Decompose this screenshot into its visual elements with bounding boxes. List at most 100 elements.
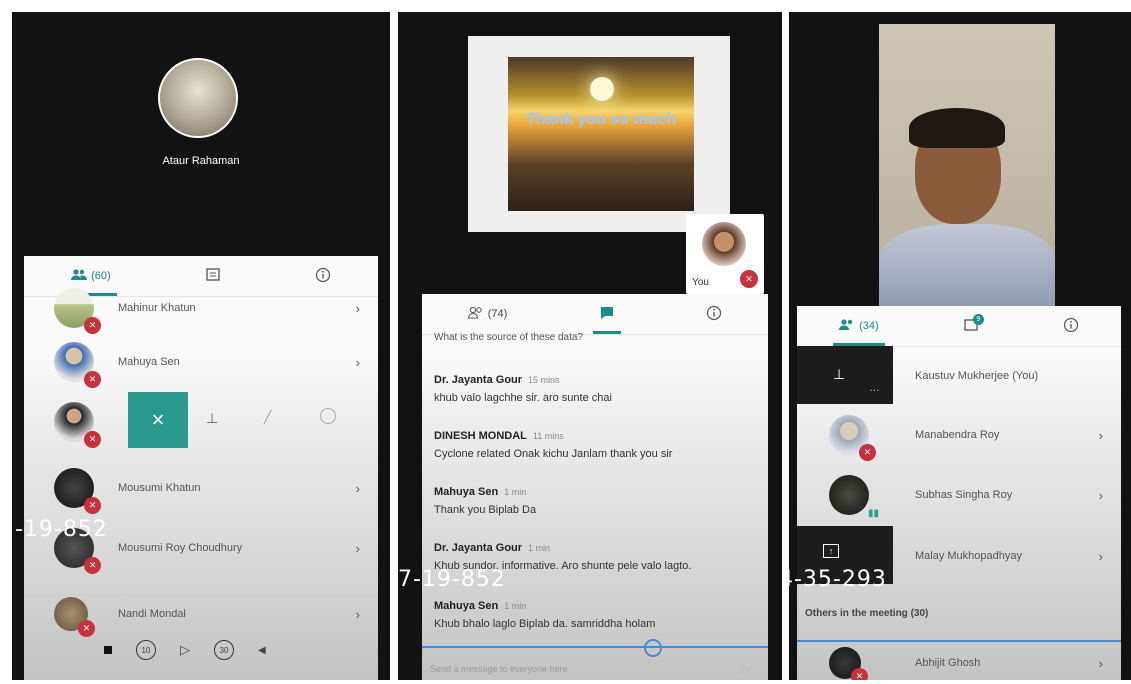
avatar: ✕ <box>829 647 868 680</box>
others-heading: Others in the meeting (30) <box>805 608 929 619</box>
message-input[interactable]: Send a message to everyone here <box>430 664 568 674</box>
participant-row-swiped[interactable]: ✕ × ⊥ ╱ <box>24 392 378 452</box>
seek-bar[interactable] <box>422 646 768 648</box>
participant-row[interactable]: ✕ Manabendra Roy › <box>797 412 1121 461</box>
tab-people[interactable]: (74) <box>467 294 508 334</box>
present-screen-icon: ↑ <box>823 544 839 558</box>
message-text: khub valo lagchhe sir. aro sunte chai <box>434 392 612 404</box>
self-avatar <box>702 222 746 266</box>
tab-chat[interactable]: 9 <box>963 306 984 346</box>
message-text: Khub bhalo laglo Biplab da. samriddha ho… <box>434 618 656 630</box>
participant-row[interactable]: ✕ Mahuya Sen › <box>24 340 378 388</box>
chat-message: Mahuya Sen 1 min Thank you Biplab Da <box>434 482 758 516</box>
slide-image: Thank you so much <box>508 57 694 211</box>
people-count: (74) <box>487 308 508 320</box>
seek-handle[interactable] <box>644 639 662 657</box>
chevron-right-icon: › <box>355 354 360 370</box>
avatar: ✕ <box>829 415 876 461</box>
message-sender: Dr. Jayanta Gour <box>434 374 523 386</box>
participant-name: Kaustuv Mukherjee (You) <box>915 370 1039 382</box>
chat-message: Mahuya Sen 1 min Khub bhalo laglo Biplab … <box>434 596 758 630</box>
sheet-tabs: (74) <box>422 294 768 335</box>
host-name: Ataur Rahaman <box>162 155 240 167</box>
participants-sheet: (60) ✕ Mahinur Khatun › ✕ Mahuya Sen › ✕… <box>24 256 378 680</box>
participant-row[interactable]: ▮▮ Subhas Singha Roy › <box>797 472 1121 519</box>
pin-icon[interactable]: ⊥ <box>833 366 845 383</box>
chat-unread-badge: 9 <box>972 314 984 325</box>
slide-caption: Thank you so much <box>525 111 677 128</box>
people-icon <box>839 318 855 334</box>
chat-icon <box>599 305 615 324</box>
skip-forward-icon[interactable]: 30 <box>214 640 234 660</box>
message-text: Thank you Biplab Da <box>434 504 537 516</box>
meet-screen-participants: Ataur Rahaman (60) ✕ Mahinur Khatun › ✕ … <box>12 12 390 680</box>
watermark-stamp: 7-19-852 <box>398 567 506 592</box>
mute-icon[interactable]: ╱ <box>264 410 271 424</box>
participant-name: Mahuya Sen <box>118 356 180 368</box>
watermark-stamp: 7-19-852 <box>12 517 108 542</box>
avatar: ✕ <box>54 597 95 637</box>
seek-bar[interactable] <box>797 640 1121 642</box>
pin-icon[interactable]: ⊥ <box>206 410 218 427</box>
participant-name: Mousumi Khatun <box>118 482 201 494</box>
participant-name: Malay Mukhopadhyay <box>915 550 1023 562</box>
avatar: ✕ <box>54 342 101 388</box>
mic-off-icon: ✕ <box>84 317 101 334</box>
participant-row[interactable]: ✕ Mahinur Khatun › <box>24 288 378 334</box>
message-sender: Dr. Jayanta Gour <box>434 542 523 554</box>
message-sender: Mahuya Sen <box>434 486 499 498</box>
chevron-right-icon: › <box>355 606 360 622</box>
message-sender: Mahuya Sen <box>434 600 499 612</box>
back-icon[interactable]: ◀ <box>258 645 266 656</box>
mic-off-icon: ✕ <box>84 497 101 514</box>
avatar: ✕ <box>54 402 101 448</box>
participant-row-self[interactable]: ⊥ … Kaustuv Mukherjee (You) <box>797 346 1121 406</box>
people-icon <box>71 268 88 284</box>
more-options-icon[interactable]: … <box>869 382 880 394</box>
watermark-stamp: 4-35-293 <box>789 567 887 592</box>
avatar: ✕ <box>54 468 101 514</box>
skip-back-icon[interactable]: 10 <box>136 640 156 660</box>
speaker-video <box>879 24 1055 306</box>
chevron-right-icon: › <box>355 300 360 316</box>
tab-info[interactable] <box>1063 306 1079 346</box>
mic-off-icon: ✕ <box>851 668 868 680</box>
message-time: 1 min <box>504 487 527 497</box>
info-icon <box>1063 317 1079 336</box>
play-icon[interactable]: ▷ <box>180 642 190 658</box>
chevron-right-icon: › <box>1098 487 1103 503</box>
participant-row[interactable]: ✕ Nandi Mondal › <box>24 596 378 637</box>
participant-name: Subhas Singha Roy <box>915 489 1013 501</box>
people-count: (60) <box>91 270 111 282</box>
mic-off-icon: ✕ <box>859 444 876 461</box>
sheet-tabs: (34) 9 <box>797 306 1121 347</box>
shared-slide: Thank you so much <box>468 36 730 232</box>
chevron-right-icon: › <box>1098 655 1103 671</box>
participant-row[interactable]: ✕ Mousumi Khatun › <box>24 466 378 514</box>
mic-off-icon: ✕ <box>740 270 758 288</box>
meet-screen-speaker: (34) 9 ⊥ … Kaustuv Mukherjee (You) ✕ Man… <box>789 12 1131 680</box>
participant-name: Mahinur Khatun <box>118 302 196 314</box>
tab-chat[interactable] <box>592 294 621 334</box>
people-count: (34) <box>859 320 879 332</box>
send-icon[interactable]: ▷ <box>741 660 752 677</box>
mic-off-icon: ✕ <box>78 620 95 637</box>
chat-message: DINESH MONDAL 11 mins Cyclone related Ona… <box>434 426 758 460</box>
meet-screen-chat: Thank you so much You ✕ (74) What is the… <box>398 12 782 680</box>
tab-info[interactable] <box>706 294 722 334</box>
avatar: ▮▮ <box>829 475 879 519</box>
remove-participant-button[interactable]: × <box>128 392 188 448</box>
message-sender: DINESH MONDAL <box>434 430 527 442</box>
speaking-icon: ▮▮ <box>867 508 879 519</box>
participants-sheet: (34) 9 ⊥ … Kaustuv Mukherjee (You) ✕ Man… <box>797 306 1121 680</box>
message-time: 11 mins <box>532 431 564 441</box>
stop-icon[interactable] <box>104 646 112 654</box>
info-icon <box>315 267 331 286</box>
chat-message: Dr. Jayanta Gour 15 mins khub valo lagchh… <box>434 370 758 404</box>
participant-row[interactable]: ✕ Abhijit Ghosh › <box>797 646 1121 680</box>
tab-people[interactable]: (34) <box>833 306 885 346</box>
remove-circle-icon[interactable] <box>320 408 336 424</box>
people-icon <box>467 306 484 322</box>
info-icon <box>706 305 722 324</box>
chat-icon <box>205 267 221 286</box>
